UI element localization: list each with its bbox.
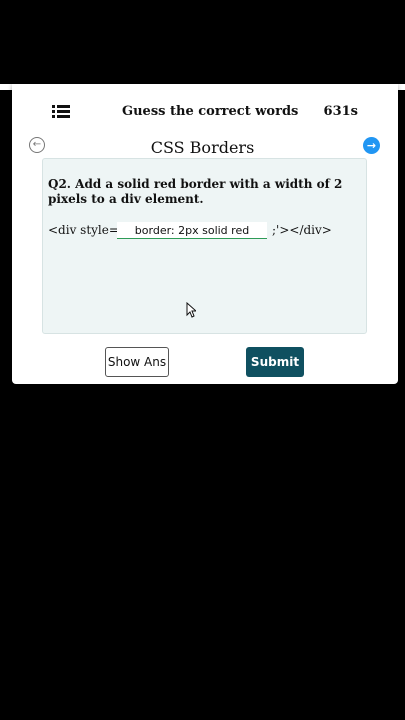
question-text: Q2. Add a solid red border with a width …: [48, 177, 343, 206]
quiz-title: Guess the correct words: [122, 104, 299, 119]
question-panel: Q2. Add a solid red border with a width …: [42, 158, 367, 334]
answer-input[interactable]: [117, 222, 267, 239]
code-suffix: ;'></div>: [272, 223, 332, 237]
show-answer-button[interactable]: Show Ans: [105, 347, 169, 377]
topic-title: CSS Borders: [150, 138, 255, 157]
code-prefix: <div style=': [48, 223, 123, 237]
mouse-pointer-icon: [186, 302, 196, 318]
quiz-header: Guess the correct words 631s: [12, 98, 398, 128]
next-arrow-icon[interactable]: →: [363, 137, 380, 154]
list-menu-icon[interactable]: [52, 105, 70, 119]
timer: 631s: [323, 104, 358, 119]
submit-button[interactable]: Submit: [246, 347, 304, 377]
